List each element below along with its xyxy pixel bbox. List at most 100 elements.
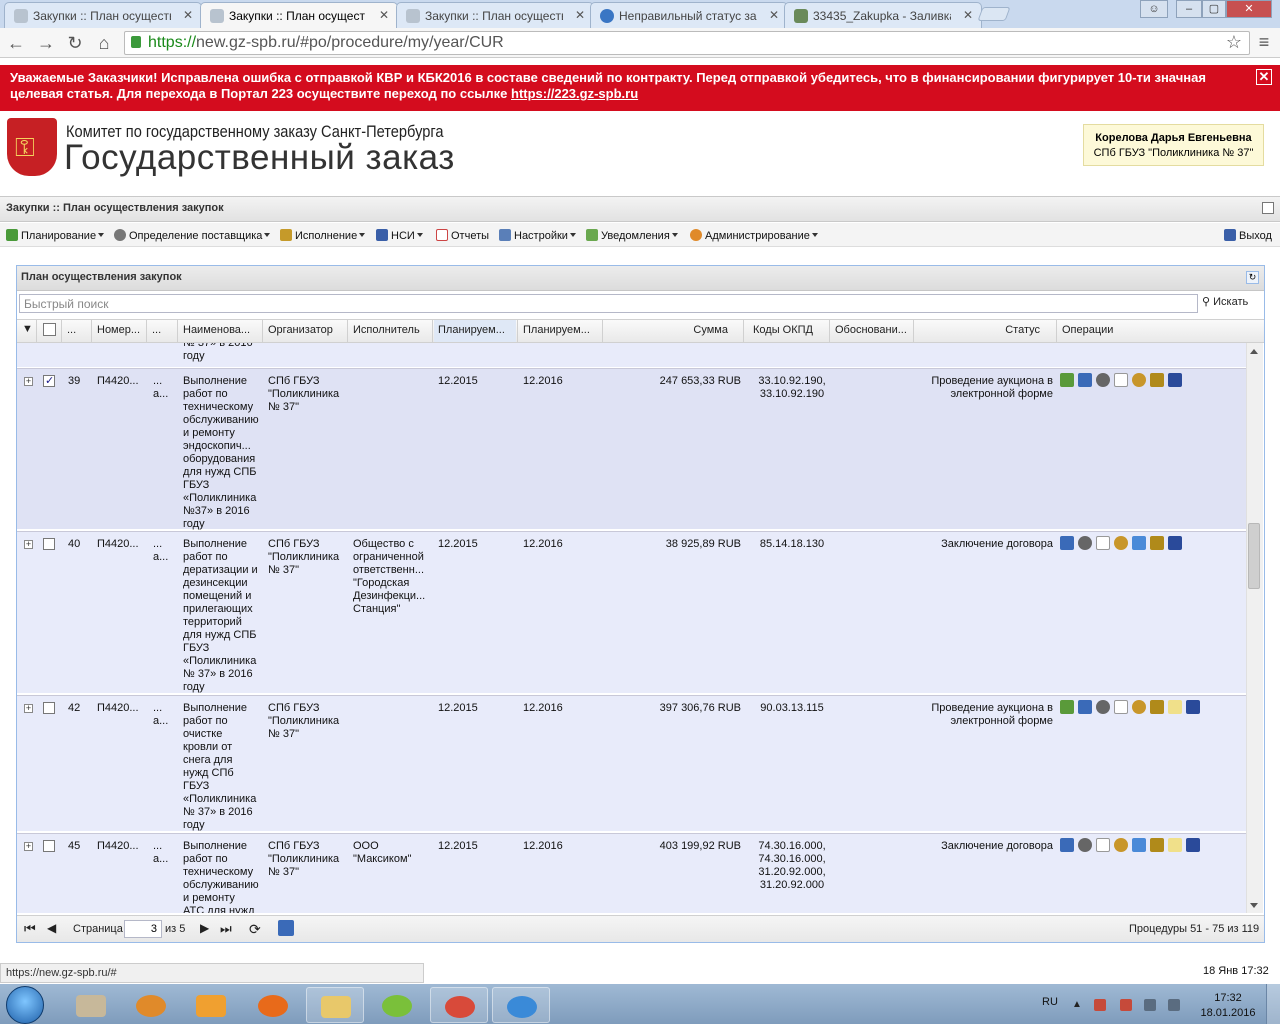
column-header[interactable]: Исполнитель — [353, 324, 429, 336]
back-arrow-icon[interactable]: ← — [5, 32, 27, 54]
books-icon[interactable] — [1186, 838, 1200, 852]
expand-row-icon[interactable]: + — [24, 704, 33, 713]
scroll-icon[interactable] — [1150, 536, 1164, 550]
column-header[interactable]: Обосновани... — [835, 324, 911, 336]
browser-tab[interactable]: Закупки :: План осуществ ✕ — [396, 2, 594, 28]
language-indicator[interactable]: RU — [1042, 996, 1058, 1008]
scroll-icon[interactable] — [1150, 373, 1164, 387]
chart-icon[interactable] — [1078, 700, 1092, 714]
row-checkbox[interactable] — [43, 374, 55, 387]
url-text[interactable]: https://new.gz-spb.ru/#po/procedure/my/y… — [148, 34, 504, 52]
chart-icon[interactable] — [1060, 536, 1074, 550]
logout-button[interactable]: Выход — [1224, 229, 1272, 242]
note-icon[interactable] — [1168, 700, 1182, 714]
expand-row-icon[interactable]: + — [24, 842, 33, 851]
gear-icon[interactable] — [1096, 373, 1110, 387]
show-desktop-button[interactable] — [1266, 984, 1280, 1024]
emblem-icon[interactable] — [1132, 700, 1146, 714]
row-checkbox[interactable] — [43, 702, 55, 714]
menu-execution[interactable]: Исполнение — [280, 229, 366, 242]
menu-supplier-selection[interactable]: Определение поставщика — [114, 229, 271, 242]
scroll-icon[interactable] — [1150, 838, 1164, 852]
scroll-down-icon[interactable] — [1250, 903, 1258, 908]
quick-search-input[interactable]: Быстрый поиск — [19, 294, 1198, 313]
menu-nsi[interactable]: НСИ — [376, 229, 423, 242]
first-page-icon[interactable]: ⏮ — [24, 921, 36, 937]
taskbar-app[interactable] — [244, 987, 302, 1023]
taskbar-app[interactable] — [430, 987, 488, 1023]
network-icon[interactable] — [1144, 999, 1156, 1011]
column-header[interactable]: ... — [152, 324, 174, 336]
procedure-number[interactable]: П4420... — [97, 702, 139, 715]
note-icon[interactable] — [1168, 838, 1182, 852]
approve-icon[interactable] — [1060, 373, 1074, 387]
panel-refresh-icon[interactable]: ↻ — [1246, 271, 1259, 284]
emblem-icon[interactable] — [1114, 838, 1128, 852]
taskbar-app[interactable] — [492, 987, 550, 1023]
taskbar-app[interactable] — [182, 987, 240, 1023]
minimize-button[interactable]: – — [1176, 0, 1202, 18]
emblem-icon[interactable] — [1114, 536, 1128, 550]
table-row[interactable]: + 42 П4420... ... а... Выполнение работ … — [17, 695, 1246, 832]
document-icon[interactable] — [1096, 838, 1110, 852]
approve-icon[interactable] — [1060, 700, 1074, 714]
column-header[interactable]: Сумма — [606, 324, 728, 336]
menu-notifications[interactable]: Уведомления — [586, 229, 678, 242]
save-icon[interactable] — [278, 920, 294, 936]
show-hidden-icons-icon[interactable]: ▲ — [1072, 999, 1084, 1011]
taskbar-app[interactable] — [368, 987, 426, 1023]
books-icon[interactable] — [1168, 373, 1182, 387]
contract-icon[interactable] — [1132, 838, 1146, 852]
column-header[interactable]: Номер... — [97, 324, 145, 336]
gear-icon[interactable] — [1096, 700, 1110, 714]
tab-close-icon[interactable]: ✕ — [963, 8, 973, 22]
expand-row-icon[interactable]: + — [24, 377, 33, 386]
search-button[interactable]: ⚲ Искать — [1202, 295, 1248, 308]
select-all-checkbox[interactable] — [43, 323, 56, 336]
chart-icon[interactable] — [1060, 838, 1074, 852]
menu-settings[interactable]: Настройки — [499, 229, 576, 242]
column-header[interactable]: Организатор — [268, 324, 344, 336]
row-checkbox[interactable] — [43, 840, 55, 852]
column-header-sorted[interactable]: Планируем... — [434, 320, 516, 342]
column-header[interactable]: Статус — [916, 324, 1040, 336]
start-button[interactable] — [6, 986, 44, 1024]
taskbar-app[interactable] — [306, 987, 364, 1023]
document-icon[interactable] — [1114, 700, 1128, 714]
document-icon[interactable] — [1096, 536, 1110, 550]
menu-reports[interactable]: Отчеты — [436, 229, 489, 242]
browser-tab[interactable]: 33435_Zakupka - Заливка ✕ — [784, 2, 982, 28]
filter-icon[interactable]: ▼ — [22, 323, 36, 337]
tab-close-icon[interactable]: ✕ — [379, 8, 389, 22]
emblem-icon[interactable] — [1132, 373, 1146, 387]
tab-close-icon[interactable]: ✕ — [769, 8, 779, 22]
table-row[interactable]: + 45 П4420... ... а... Выполнение работ … — [17, 833, 1246, 913]
books-icon[interactable] — [1168, 536, 1182, 550]
browser-tab[interactable]: Неправильный статус зак ✕ — [590, 2, 788, 28]
expand-row-icon[interactable]: + — [24, 540, 33, 549]
scrollbar-thumb[interactable] — [1248, 523, 1260, 589]
procedure-number[interactable]: П4420... — [97, 375, 139, 388]
banner-close-button[interactable]: ✕ — [1256, 69, 1272, 85]
menu-administration[interactable]: Администрирование — [690, 229, 818, 242]
tray-flag-icon[interactable] — [1094, 999, 1106, 1011]
row-checkbox[interactable] — [43, 538, 55, 550]
volume-icon[interactable] — [1168, 999, 1180, 1011]
gear-icon[interactable] — [1078, 536, 1092, 550]
next-page-icon[interactable]: ▶ — [200, 921, 209, 935]
column-header[interactable]: Коды ОКПД — [753, 324, 829, 336]
user-profile-button[interactable]: ☺ — [1140, 0, 1168, 18]
table-row[interactable]: + 39 П4420... ... а... Выполнение работ … — [17, 368, 1246, 530]
gear-icon[interactable] — [1078, 838, 1092, 852]
taskbar-app[interactable] — [62, 987, 120, 1023]
column-header[interactable]: ... — [67, 324, 87, 336]
column-header[interactable]: Планируем... — [523, 324, 599, 336]
tab-close-icon[interactable]: ✕ — [575, 8, 585, 22]
system-clock[interactable]: 17:32 18.01.2016 — [1198, 991, 1258, 1021]
last-page-icon[interactable]: ⏭ — [220, 921, 232, 937]
chart-icon[interactable] — [1078, 373, 1092, 387]
menu-planning[interactable]: Планирование — [6, 229, 105, 242]
books-icon[interactable] — [1186, 700, 1200, 714]
tray-app-icon[interactable] — [1120, 999, 1132, 1011]
reload-icon[interactable]: ↻ — [64, 32, 86, 54]
